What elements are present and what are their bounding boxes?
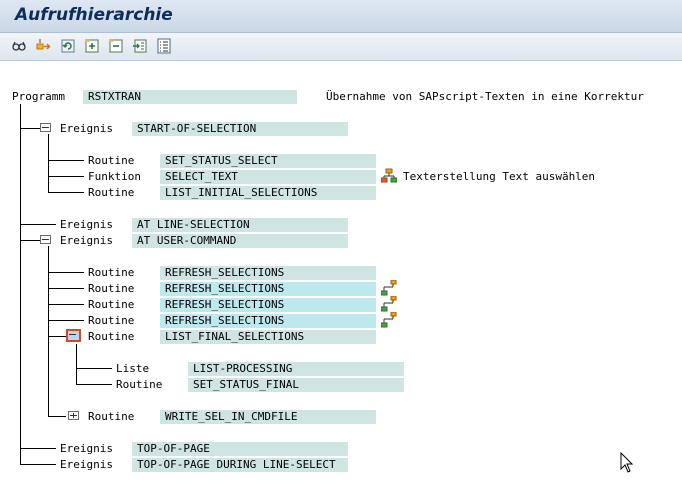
hierarchy-icon[interactable]: [380, 168, 398, 184]
expand-icon[interactable]: [84, 38, 100, 54]
collapse-icon[interactable]: [108, 38, 124, 54]
event-label: Ereignis: [60, 442, 113, 455]
routine-name[interactable]: WRITE_SEL_IN_CMDFILE: [160, 410, 376, 424]
routine-label: Routine: [88, 186, 135, 199]
event-name[interactable]: AT LINE-SELECTION: [132, 218, 348, 232]
routine-name[interactable]: LIST_FINAL_SELECTIONS: [160, 330, 376, 344]
routine-label: Routine: [88, 154, 135, 167]
routine-label: Routine: [88, 282, 135, 295]
event-name[interactable]: TOP-OF-PAGE: [132, 442, 348, 456]
hierarchy-icon[interactable]: [380, 311, 397, 328]
call-hierarchy-tree: Programm RSTXTRAN Übernahme von SAPscrip…: [0, 61, 682, 487]
routine-name[interactable]: REFRESH_SELECTIONS: [160, 282, 376, 296]
routine-label: Routine: [88, 330, 135, 343]
program-description: Übernahme von SAPscript-Texten in eine K…: [326, 90, 644, 103]
event-name[interactable]: AT USER-COMMAND: [132, 234, 348, 248]
function-description: Texterstellung Text auswählen: [403, 170, 596, 183]
routine-name[interactable]: REFRESH_SELECTIONS: [160, 314, 376, 328]
select-icon[interactable]: [132, 38, 148, 54]
function-label: Funktion: [88, 170, 141, 183]
refresh-icon[interactable]: [60, 38, 76, 54]
routine-name[interactable]: LIST_INITIAL_SELECTIONS: [160, 186, 376, 200]
event-label: Ereignis: [60, 122, 113, 135]
event-name[interactable]: TOP-OF-PAGE DURING LINE-SELECT: [132, 458, 348, 472]
routine-label: Routine: [116, 378, 163, 391]
selected-node-icon[interactable]: [66, 329, 81, 342]
event-label: Ereignis: [60, 234, 113, 247]
glasses-icon[interactable]: [11, 38, 27, 54]
function-name[interactable]: SELECT_TEXT: [160, 170, 376, 184]
program-label: Programm: [12, 90, 65, 103]
routine-label: Routine: [88, 266, 135, 279]
title-bar: Aufrufhierarchie: [0, 0, 682, 33]
move-icon[interactable]: [35, 38, 51, 54]
routine-label: Routine: [88, 410, 135, 423]
list-label: Liste: [116, 362, 150, 375]
collapse-node-icon[interactable]: [40, 235, 51, 244]
event-label: Ereignis: [60, 458, 113, 471]
routine-name[interactable]: SET_STATUS_SELECT: [160, 154, 376, 168]
application-toolbar: [0, 33, 682, 61]
window-title: Aufrufhierarchie: [15, 5, 173, 25]
routine-name[interactable]: REFRESH_SELECTIONS: [160, 266, 376, 280]
mouse-pointer-icon: [620, 451, 634, 477]
list-name[interactable]: LIST-PROCESSING: [188, 362, 404, 376]
event-name[interactable]: START-OF-SELECTION: [132, 122, 348, 136]
program-name[interactable]: RSTXTRAN: [83, 90, 297, 104]
hierarchy-icon[interactable]: [380, 279, 397, 296]
routine-name[interactable]: SET_STATUS_FINAL: [188, 378, 404, 392]
list-icon[interactable]: [156, 38, 172, 54]
routine-label: Routine: [88, 298, 135, 311]
routine-label: Routine: [88, 314, 135, 327]
event-label: Ereignis: [60, 218, 113, 231]
expand-node-icon[interactable]: [68, 411, 79, 420]
routine-name[interactable]: REFRESH_SELECTIONS: [160, 298, 376, 312]
hierarchy-icon[interactable]: [380, 295, 397, 312]
collapse-node-icon[interactable]: [40, 123, 51, 132]
